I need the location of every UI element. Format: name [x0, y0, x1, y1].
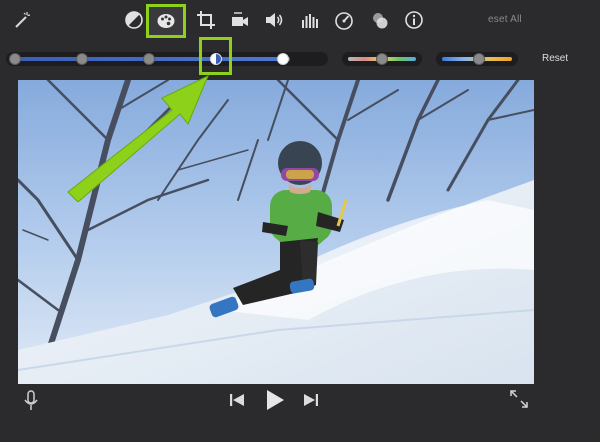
playback-bar [0, 386, 600, 442]
play-icon[interactable] [264, 389, 286, 411]
toolbar: eset All [0, 0, 600, 40]
annotation-arrow [67, 74, 209, 202]
temperature-knob[interactable] [473, 53, 485, 65]
reset-all-button[interactable]: eset All [488, 14, 522, 25]
white-point-knob[interactable] [277, 53, 289, 65]
color-balance-icon[interactable] [122, 8, 146, 32]
color-correction-icon[interactable] [146, 4, 186, 38]
previous-frame-icon[interactable] [229, 393, 245, 407]
info-icon[interactable] [402, 8, 426, 32]
noise-reduction-icon[interactable] [298, 8, 322, 32]
speed-icon[interactable] [332, 8, 356, 32]
clip-filter-icon[interactable] [368, 8, 392, 32]
next-frame-icon[interactable] [303, 393, 319, 407]
saturation-knob[interactable] [376, 53, 388, 65]
magic-wand-icon[interactable] [10, 8, 34, 32]
saturation-slider[interactable] [342, 52, 422, 66]
temperature-slider[interactable] [436, 52, 518, 66]
fullscreen-icon[interactable] [509, 389, 529, 409]
microphone-icon[interactable] [22, 390, 40, 412]
crop-icon[interactable] [194, 8, 218, 32]
reset-button[interactable]: Reset [542, 53, 568, 64]
volume-icon[interactable] [262, 8, 286, 32]
black-point-knob[interactable] [9, 53, 21, 65]
stabilization-icon[interactable] [228, 8, 252, 32]
